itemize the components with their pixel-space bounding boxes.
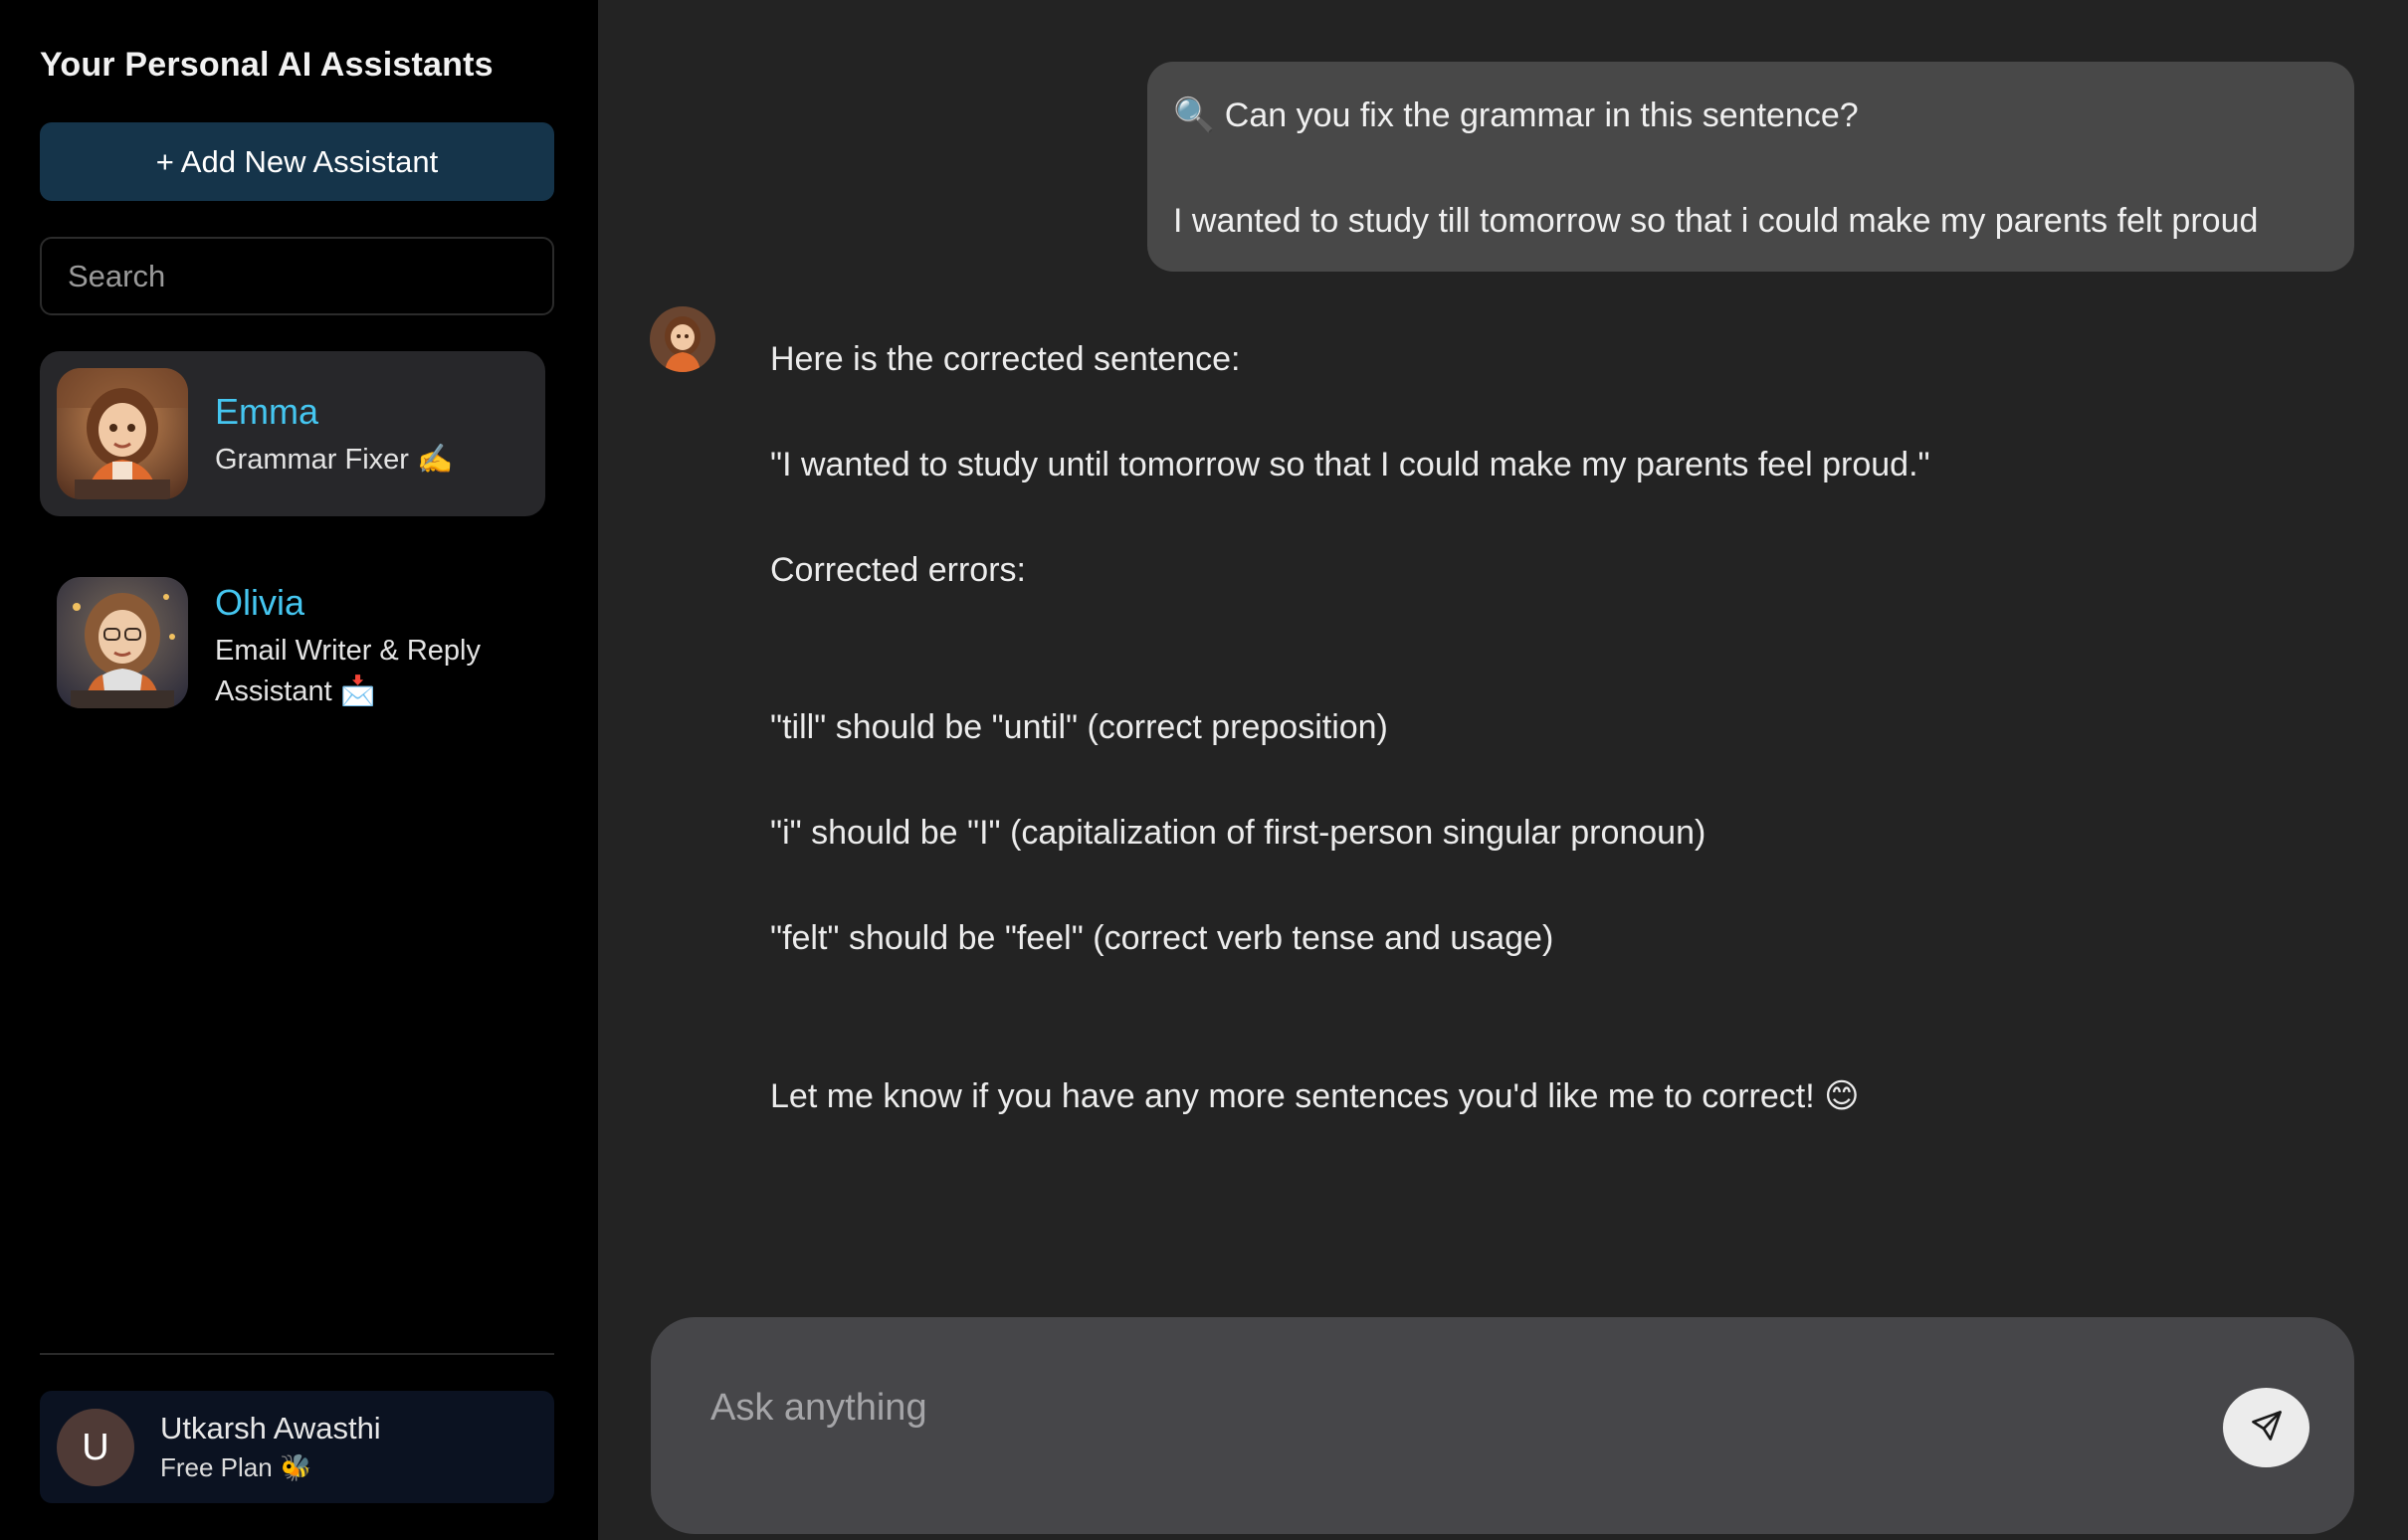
app-window: Your Personal AI Assistants + Add New As… [0,0,2408,1540]
assistant-message-closing: Let me know if you have any more sentenc… [770,1077,1860,1115]
add-assistant-button[interactable]: + Add New Assistant [40,122,554,201]
user-profile[interactable]: U Utkarsh Awasthi Free Plan 🐝 [40,1391,554,1503]
assistant-message-intro: Here is the corrected sentence: [770,340,1241,378]
user-name: Utkarsh Awasthi [160,1411,381,1445]
assistant-role: Email Writer & Reply Assistant 📩 [215,635,481,707]
chat-area: 🔍 Can you fix the grammar in this senten… [598,0,2408,1540]
message-composer [651,1317,2354,1534]
user-message-bubble: 🔍 Can you fix the grammar in this senten… [1147,62,2354,272]
assistant-message-errors-heading: Corrected errors: [770,551,1026,589]
sidebar: Your Personal AI Assistants + Add New As… [0,0,598,1540]
user-plan: Free Plan 🐝 [160,1452,312,1482]
assistant-item-emma[interactable]: Emma Grammar Fixer ✍️ [40,351,545,516]
sidebar-title: Your Personal AI Assistants [40,46,494,84]
assistant-message-error-item: "felt" should be "feel" (correct verb te… [770,919,1554,957]
user-message-question: 🔍 Can you fix the grammar in this senten… [1173,96,1859,134]
send-icon [2249,1408,2285,1448]
assistant-message-error-item: "till" should be "until" (correct prepos… [770,708,1388,746]
assistant-role: Grammar Fixer ✍️ [215,444,454,476]
assistant-item-olivia[interactable]: Olivia Email Writer & Reply Assistant 📩 [40,560,545,725]
user-message-sentence: I wanted to study till tomorrow so that … [1173,202,2259,240]
emma-avatar [57,368,188,499]
assistant-name: Olivia [215,582,305,623]
assistant-avatar [650,306,715,372]
message-input[interactable] [708,1377,2201,1439]
send-button[interactable] [2223,1388,2309,1467]
assistant-message-corrected: "I wanted to study until tomorrow so tha… [770,446,1930,483]
olivia-avatar [57,577,188,708]
assistant-name: Emma [215,391,319,432]
assistant-message-error-item: "i" should be "I" (capitalization of fir… [770,814,1706,852]
search-input[interactable] [40,237,554,315]
avatar: U [57,1409,134,1486]
sidebar-divider [40,1353,554,1355]
